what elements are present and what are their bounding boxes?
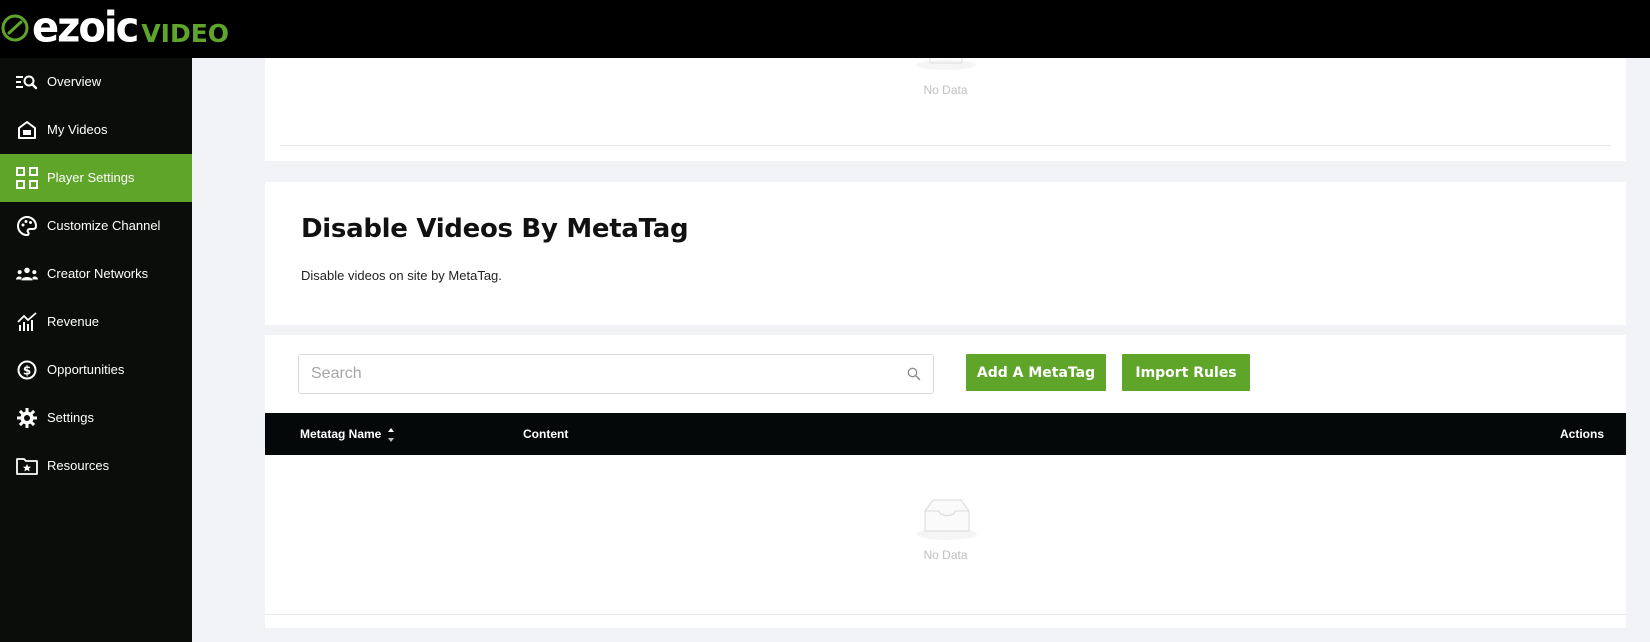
people-icon: [16, 263, 38, 285]
section-description: Disable videos on site by MetaTag.: [301, 268, 502, 283]
search-box: [298, 354, 934, 394]
ezoic-video-logo[interactable]: ezoic VIDEO: [0, 3, 230, 53]
sidebar-item-label: Opportunities: [47, 362, 125, 377]
column-header-actions: Actions: [1559, 427, 1604, 441]
home-video-icon: [16, 119, 38, 141]
sidebar-item-creator-networks[interactable]: Creator Networks: [0, 250, 192, 298]
sort-icon[interactable]: [387, 426, 395, 444]
logo-ring-icon: [1, 14, 29, 42]
search-icon[interactable]: [907, 367, 921, 381]
column-header-metatag-name[interactable]: Metatag Name: [300, 413, 381, 455]
divider: [280, 145, 1611, 146]
sidebar-item-my-videos[interactable]: My Videos: [0, 106, 192, 154]
sidebar-item-settings[interactable]: Settings: [0, 394, 192, 442]
chart-icon: [16, 311, 38, 333]
top-bar: ezoic VIDEO: [0, 0, 1650, 58]
previous-table-card: No Data: [265, 58, 1626, 161]
divider: [265, 614, 1626, 615]
empty-text: No Data: [923, 83, 968, 97]
table-empty-state: No Data: [265, 455, 1626, 615]
overview-icon: [16, 71, 38, 93]
column-header-content: Content: [523, 427, 569, 441]
sidebar-item-label: Revenue: [47, 314, 100, 329]
grid-icon: [16, 167, 38, 189]
sidebar-item-overview[interactable]: Overview: [0, 58, 192, 106]
sidebar-item-label: My Videos: [47, 122, 108, 137]
search-input[interactable]: [311, 355, 891, 393]
sidebar-item-label: Customize Channel: [47, 218, 161, 233]
import-rules-button[interactable]: Import Rules: [1122, 354, 1250, 391]
sidebar-item-player-settings[interactable]: Player Settings: [0, 154, 192, 202]
section-header-card: Disable Videos By MetaTag Disable videos…: [265, 182, 1626, 325]
sidebar: Overview My Videos Player Settings Custo…: [0, 58, 192, 642]
empty-inbox-icon: [917, 499, 977, 540]
empty-inbox-icon: [916, 58, 976, 70]
sidebar-item-label: Resources: [47, 458, 110, 473]
empty-text: No Data: [923, 548, 968, 562]
sidebar-item-opportunities[interactable]: $ Opportunities: [0, 346, 192, 394]
metatag-table-card: Add A MetaTag Import Rules Metatag Name …: [265, 335, 1626, 628]
folder-star-icon: [16, 455, 38, 477]
sidebar-item-label: Player Settings: [47, 170, 135, 185]
section-title: Disable Videos By MetaTag: [301, 214, 689, 244]
logo-suffix: VIDEO: [141, 18, 230, 48]
sidebar-item-label: Creator Networks: [47, 266, 149, 281]
logo-word: ezoic: [32, 3, 139, 53]
sidebar-item-label: Settings: [47, 410, 94, 425]
palette-icon: [16, 215, 38, 237]
gear-icon: [16, 407, 38, 429]
sidebar-item-resources[interactable]: Resources: [0, 442, 192, 490]
sidebar-item-customize-channel[interactable]: Customize Channel: [0, 202, 192, 250]
sidebar-item-label: Overview: [47, 74, 102, 89]
sidebar-item-revenue[interactable]: Revenue: [0, 298, 192, 346]
svg-text:$: $: [23, 364, 31, 378]
table-header: Metatag Name Content Actions: [265, 413, 1626, 455]
main-content: No Data Disable Videos By MetaTag Disabl…: [192, 58, 1650, 642]
dollar-icon: $: [16, 359, 38, 381]
add-metatag-button[interactable]: Add A MetaTag: [966, 354, 1106, 391]
